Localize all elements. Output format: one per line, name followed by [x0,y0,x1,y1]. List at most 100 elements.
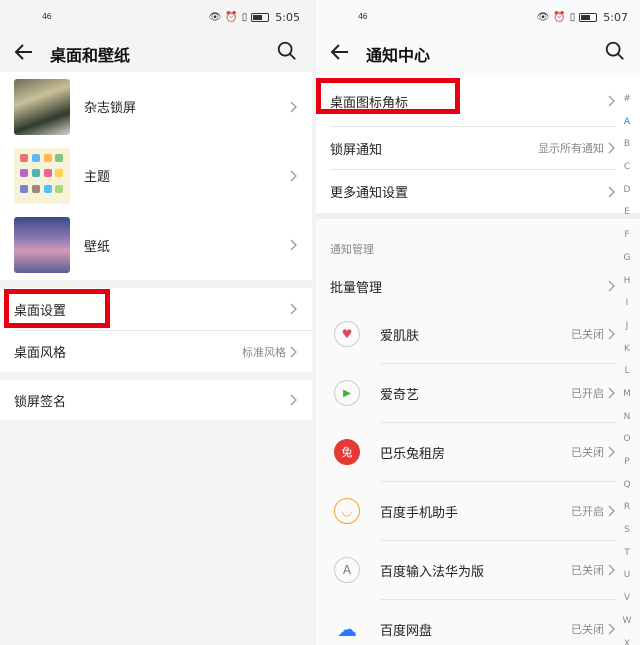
alphabet-letter[interactable]: D [624,179,631,202]
app-status: 已关闭 [571,564,604,577]
magazine-lockscreen-item[interactable]: 杂志锁屏 [0,72,312,141]
chevron-right-icon [290,239,297,251]
lock-card: 锁屏签名 [0,380,312,420]
desktop-style-item[interactable]: 桌面风格 标准风格 [0,331,312,372]
theme-item[interactable]: 主题 [0,141,312,210]
eye-icon: 👁 [208,12,222,23]
item-value: 标准风格 [242,345,286,359]
alphabet-letter[interactable]: Q [623,474,630,497]
chevron-right-icon [290,303,297,315]
alphabet-letter[interactable]: R [624,496,630,519]
item-label: 壁纸 [84,239,111,255]
alphabet-letter[interactable]: N [624,406,631,429]
app-status: 已开启 [571,505,604,518]
app-status: 已开启 [571,387,604,400]
play-icon: ▶ [334,380,360,406]
status-bar: 46 👁 ⏰ ▯ 5:07 [316,0,640,36]
wallpaper-thumbnail [14,217,70,273]
page-title: 通知中心 [366,46,431,65]
item-label: 批量管理 [330,280,383,296]
alphabet-letter[interactable]: L [624,360,629,383]
chevron-right-icon [608,186,615,197]
chevron-right-icon [608,387,615,399]
battery-icon [251,13,270,22]
search-icon[interactable] [276,40,298,62]
alphabet-letter[interactable]: F [624,224,629,247]
alphabet-letter[interactable]: B [624,133,630,156]
app-name: 爱奇艺 [380,387,420,403]
search-icon[interactable] [604,40,626,62]
app-row[interactable]: ▶ 爱奇艺 已开启 [316,364,640,422]
alphabet-letter[interactable]: J [626,315,629,338]
status-bar: 46 👁 ⏰ ▯ 5:05 [0,0,312,36]
chevron-right-icon [608,328,615,340]
alphabet-letter[interactable]: M [623,383,631,406]
chevron-right-icon [608,446,615,458]
alarm-icon: ⏰ [225,12,238,23]
alphabet-letter[interactable]: X [624,633,630,645]
chevron-right-icon [608,142,615,154]
chevron-right-icon [290,346,297,357]
app-row[interactable]: ☁ 百度网盘 已关闭 [316,600,640,645]
page-title: 桌面和壁纸 [50,46,131,65]
app-row[interactable]: A 百度输入法华为版 已关闭 [316,541,640,599]
app-status: 已关闭 [571,623,604,636]
vibrate-icon: ▯ [241,12,248,23]
item-label: 更多通知设置 [330,186,409,201]
highlight-box [316,78,460,114]
app-name: 爱肌肤 [380,328,420,344]
rabbit-icon: 兔 [334,439,360,465]
item-label: 主题 [84,170,111,185]
app-row[interactable]: ♥ 爱肌肤 已关闭 [316,305,640,363]
more-notification-settings-item[interactable]: 更多通知设置 [316,170,640,213]
alphabet-letter[interactable]: V [624,587,630,610]
alarm-icon: ⏰ [553,12,566,23]
alphabet-letter[interactable]: H [624,270,631,293]
right-screen: 46 👁 ⏰ ▯ 5:07 通知中心 桌面图标角标 锁屏通知 显示所有通知 更多… [316,0,640,645]
alphabet-index[interactable]: # A B C D E F G H I J K L M N O P Q R S T U V W X [620,88,634,645]
heart-icon: ♥ [334,321,360,347]
theme-thumbnail [14,147,70,204]
app-status: 已关闭 [571,328,604,341]
back-arrow-icon[interactable] [328,40,352,64]
alphabet-letter[interactable]: I [626,292,629,315]
app-list: ♥ 爱肌肤 已关闭 ▶ 爱奇艺 已开启 兔 巴乐兔租房 已关闭 ◡ 百度手机助手… [316,305,640,645]
alphabet-letter[interactable]: T [624,542,630,565]
alphabet-letter[interactable]: U [624,564,631,587]
alphabet-letter[interactable]: E [624,201,630,224]
app-name: 百度输入法华为版 [380,564,485,580]
alphabet-letter[interactable]: A [624,111,630,134]
alphabet-letter[interactable]: C [624,156,630,179]
magazine-thumbnail [14,78,70,135]
batch-manage-item[interactable]: 批量管理 [316,267,640,305]
signal-indicator: 46 [358,12,368,21]
letter-a-icon: A [334,557,360,583]
alphabet-letter[interactable]: G [624,247,631,270]
chevron-right-icon [608,564,615,576]
battery-icon [579,13,598,22]
alphabet-letter[interactable]: O [623,428,630,451]
left-screen: 46 👁 ⏰ ▯ 5:05 桌面和壁纸 杂志锁屏 主题 壁纸 桌面设置 桌面风格… [0,0,312,645]
app-row[interactable]: 兔 巴乐兔租房 已关闭 [316,423,640,481]
chevron-right-icon [290,101,297,112]
wallpaper-item[interactable]: 壁纸 [0,210,312,280]
chevron-right-icon [290,170,297,181]
lock-signature-item[interactable]: 锁屏签名 [0,380,312,420]
app-row[interactable]: ◡ 百度手机助手 已开启 [316,482,640,540]
app-name: 巴乐兔租房 [380,446,446,462]
cloud-icon: ☁ [337,617,357,641]
alphabet-letter[interactable]: S [624,519,630,542]
highlight-box [4,289,110,328]
alphabet-letter[interactable]: P [624,451,629,474]
back-arrow-icon[interactable] [12,40,36,64]
alphabet-letter[interactable]: K [624,338,630,361]
section-label: 通知管理 [316,219,640,267]
chevron-right-icon [608,280,615,292]
alphabet-letter[interactable]: W [623,610,632,633]
lockscreen-notification-item[interactable]: 锁屏通知 显示所有通知 [316,127,640,169]
item-value: 显示所有通知 [538,142,604,155]
smile-icon: ◡ [334,498,360,524]
alphabet-letter[interactable]: # [623,88,631,111]
app-name: 百度网盘 [380,623,433,639]
title-bar: 通知中心 [316,36,640,72]
